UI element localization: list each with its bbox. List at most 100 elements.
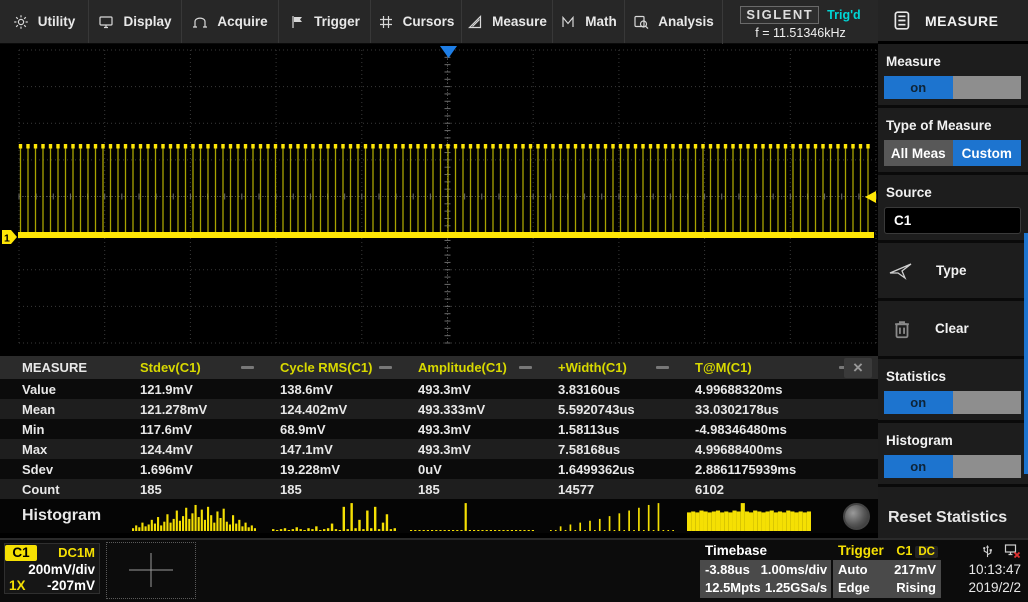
- menu-label: Measure: [492, 14, 547, 29]
- trigger-level: 217mV: [894, 561, 936, 578]
- siglent-logo: SIGLENT: [740, 6, 819, 24]
- remove-measure-icon[interactable]: [241, 366, 254, 369]
- remove-measure-icon[interactable]: [656, 366, 669, 369]
- trigger-level-marker[interactable]: [865, 191, 876, 203]
- menu-items: Utility Display Acquire Trigger Cursors …: [0, 0, 722, 43]
- menu-label: Display: [123, 14, 171, 29]
- toggle-on-label: on: [884, 391, 953, 414]
- timebase-label: Timebase: [700, 542, 831, 560]
- crosshair-icon: [107, 543, 195, 598]
- cycle-rms-histogram: [272, 500, 396, 532]
- system-info: 10:13:47 2019/2/2: [945, 542, 1025, 600]
- reset-statistics-label: Reset Statistics: [888, 509, 1007, 527]
- source-select[interactable]: C1: [884, 207, 1021, 234]
- table-row: Mean 121.278mV 124.402mV 493.333mV 5.592…: [0, 399, 878, 419]
- histogram-toggle[interactable]: on: [884, 455, 1021, 478]
- trigger-source: C1: [896, 544, 912, 558]
- waveform-display: 1 MEASURE Stdev(C1) Cycle RMS(C1) Amplit…: [0, 44, 878, 538]
- histogram-row: Histogram: [0, 499, 878, 533]
- clear-button[interactable]: Clear: [878, 301, 1028, 359]
- measure-label: Measure: [886, 54, 1022, 69]
- clock-time: 10:13:47: [968, 560, 1021, 579]
- flag-icon: [289, 14, 305, 30]
- source-section: Source C1: [878, 175, 1028, 243]
- statistics-toggle[interactable]: on: [884, 391, 1021, 414]
- oscilloscope-screen: Utility Display Acquire Trigger Cursors …: [0, 0, 1028, 602]
- channel1-offset: -207mV: [47, 578, 95, 595]
- menu-label: Trigger: [314, 14, 360, 29]
- trigger-descriptor[interactable]: Trigger C1DC Auto 217mV Edge Rising: [833, 542, 941, 599]
- menu-acquire[interactable]: Acquire: [182, 0, 279, 43]
- close-table-button[interactable]: ×: [844, 358, 872, 378]
- measure-mode-segmented: All Meas Custom: [884, 140, 1021, 166]
- channel1-probe: 1X: [9, 578, 26, 595]
- column-header: +Width(C1): [558, 360, 695, 375]
- display-icon: [98, 14, 114, 30]
- table-row: Min 117.6mV 68.9mV 493.3mV 1.58113us -4.…: [0, 419, 878, 439]
- menu-utility[interactable]: Utility: [0, 0, 89, 43]
- column-header: Stdev(C1): [140, 360, 280, 375]
- measurement-table: MEASURE Stdev(C1) Cycle RMS(C1) Amplitud…: [0, 356, 878, 533]
- type-button[interactable]: Type: [878, 243, 1028, 301]
- timebase-descriptor[interactable]: Timebase -3.88us 1.00ms/div 12.5Mpts 1.2…: [700, 542, 831, 599]
- cursors-icon: [378, 14, 394, 30]
- type-of-measure-label: Type of Measure: [886, 118, 1022, 133]
- trigger-mode: Auto: [838, 561, 894, 578]
- type-of-measure-section: Type of Measure All Meas Custom: [878, 108, 1028, 175]
- trigger-status: Trig'd: [827, 8, 861, 22]
- column-header: Cycle RMS(C1): [280, 360, 418, 375]
- measure-toggle[interactable]: on: [884, 76, 1021, 99]
- menu-label: Math: [585, 14, 617, 29]
- logo-status-area: SIGLENT Trig'd f = 11.51346kHz: [722, 0, 878, 44]
- menu-measure[interactable]: Measure: [462, 0, 553, 43]
- sidebar-scrollbar[interactable]: [1024, 233, 1028, 474]
- usb-icon: [981, 544, 994, 559]
- trigger-slope: Rising: [894, 579, 936, 596]
- analysis-icon: [633, 14, 649, 30]
- histogram-section: Histogram on: [878, 423, 1028, 487]
- histogram-row-label: Histogram: [0, 507, 140, 525]
- channel1-coupling: DC1M: [58, 545, 99, 560]
- timebase-points: 12.5Mpts: [705, 579, 761, 596]
- menu-trigger[interactable]: Trigger: [279, 0, 371, 43]
- menu-label: Acquire: [217, 14, 267, 29]
- lan-disconnected-icon: [1004, 543, 1021, 559]
- channel1-descriptor[interactable]: C1 DC1M 200mV/div 1X -207mV: [4, 543, 100, 594]
- menu-label: Utility: [38, 14, 76, 29]
- waveform-baseline: [18, 232, 874, 238]
- table-row: Count 185 185 185 14577 6102: [0, 479, 878, 499]
- column-header: Amplitude(C1): [418, 360, 558, 375]
- status-bar: C1 DC1M 200mV/div 1X -207mV Timebase -3.…: [0, 538, 1028, 602]
- menu-analysis[interactable]: Analysis: [625, 0, 722, 43]
- timebase-rate: 1.25GSa/s: [761, 579, 828, 596]
- gesture-orb-button[interactable]: [843, 503, 870, 530]
- frequency-counter: f = 11.51346kHz: [755, 26, 845, 40]
- toggle-off-side: [953, 455, 1022, 478]
- menu-label: Cursors: [403, 14, 455, 29]
- measure-icon: [467, 14, 483, 30]
- remove-measure-icon[interactable]: [379, 366, 392, 369]
- svg-text:1: 1: [4, 233, 10, 245]
- menu-label: Analysis: [658, 14, 714, 29]
- custom-button[interactable]: Custom: [953, 140, 1022, 166]
- table-title: MEASURE: [0, 360, 140, 375]
- statistics-label: Statistics: [886, 369, 1022, 384]
- remove-measure-icon[interactable]: [519, 366, 532, 369]
- toggle-on-label: on: [884, 455, 953, 478]
- trigger-position-marker[interactable]: [440, 46, 457, 58]
- waveform-graticule: 1: [0, 44, 878, 356]
- type-icon: [888, 262, 914, 280]
- source-label: Source: [886, 185, 1022, 200]
- toggle-on-label: on: [884, 76, 953, 99]
- table-row: Value 121.9mV 138.6mV 493.3mV 3.83160us …: [0, 379, 878, 399]
- table-row: Sdev 1.696mV 19.228mV 0uV 1.6499362us 2.…: [0, 459, 878, 479]
- toggle-off-side: [953, 391, 1022, 414]
- add-channel-slot[interactable]: [106, 542, 196, 599]
- menu-display[interactable]: Display: [89, 0, 182, 43]
- measure-sidebar: MEASURE Measure on Type of Measure All M…: [878, 0, 1028, 538]
- menu-cursors[interactable]: Cursors: [371, 0, 462, 43]
- stdev-histogram: [132, 500, 256, 532]
- all-meas-button[interactable]: All Meas: [884, 140, 953, 166]
- menu-math[interactable]: Math: [553, 0, 625, 43]
- toggle-off-side: [953, 76, 1022, 99]
